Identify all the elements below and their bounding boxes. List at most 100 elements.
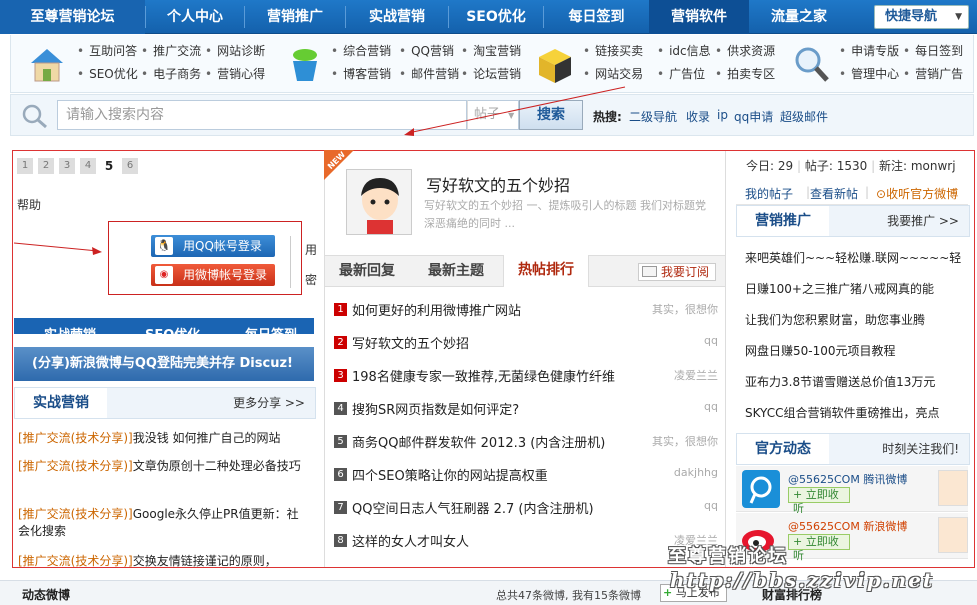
new-posts-link[interactable]: 查看新帖 bbox=[810, 185, 858, 202]
tab-hot-ranking[interactable]: 热帖排行 bbox=[503, 255, 589, 287]
cat-link[interactable]: 博客营销 bbox=[331, 65, 391, 82]
cat-link[interactable]: 推广交流 bbox=[141, 42, 201, 59]
hot-title[interactable]: 四个SEO策略让你的网站提高权重 bbox=[352, 465, 548, 484]
tab-latest-topic[interactable]: 最新主题 bbox=[428, 256, 484, 286]
cat-link[interactable]: SEO优化 bbox=[77, 65, 138, 82]
cat-link[interactable]: 网站交易 bbox=[583, 65, 643, 82]
cat-link[interactable]: 管理中心 bbox=[839, 65, 899, 82]
pager-page[interactable]: 2 bbox=[38, 158, 54, 174]
item-text[interactable]: 交换友情链接谨记的原则， bbox=[133, 554, 277, 567]
item-tag[interactable]: [推广交流(技术分享)] bbox=[18, 507, 133, 521]
hot-author[interactable]: 其实，很想你 bbox=[652, 433, 718, 449]
cat-link[interactable]: 营销心得 bbox=[205, 65, 265, 82]
hot-title[interactable]: 写好软文的五个妙招 bbox=[352, 333, 469, 352]
list-item[interactable]: [推广交流(技术分享)]文章伪原创十二种处理必备技巧 bbox=[18, 458, 308, 475]
nav-item-software[interactable]: 营销软件 bbox=[649, 0, 749, 34]
my-posts-link[interactable]: 我的帖子 bbox=[745, 185, 793, 202]
hot-row[interactable]: 1 如何更好的利用微博推广网站 其实，很想你 bbox=[334, 300, 718, 320]
nav-item-seo[interactable]: SEO优化 bbox=[449, 0, 543, 34]
promo-item[interactable]: 亚布力3.8节谱雪赠送总价值13万元 bbox=[745, 373, 967, 390]
item-text[interactable]: 文章伪原创十二种处理必备技巧 bbox=[133, 459, 301, 473]
cat-link[interactable]: 供求资源 bbox=[715, 42, 775, 59]
help-link[interactable]: 帮助 bbox=[17, 196, 41, 213]
weibo-account[interactable]: @55625COM 腾讯微博 bbox=[788, 471, 907, 487]
cat-link[interactable]: 广告位 bbox=[657, 65, 705, 82]
cat-link[interactable]: 链接买卖 bbox=[583, 42, 643, 59]
cat-link[interactable]: 电子商务 bbox=[141, 65, 201, 82]
more-link[interactable]: 更多分享 >> bbox=[233, 388, 305, 418]
pager-page[interactable]: 3 bbox=[59, 158, 75, 174]
hot-author[interactable]: dakjhhg bbox=[674, 466, 718, 479]
hot-title[interactable]: 搜狗SR网页指数是如何评定? bbox=[352, 399, 519, 418]
cat-link[interactable]: idc信息 bbox=[657, 42, 711, 59]
nav-item-practical[interactable]: 实战营销 bbox=[346, 0, 448, 34]
cat-link[interactable]: 论坛营销 bbox=[461, 65, 521, 82]
follow-button[interactable]: + 立即收听 bbox=[788, 487, 850, 515]
hot-author[interactable]: qq bbox=[704, 334, 718, 347]
strip-item[interactable]: 每日签到 bbox=[245, 324, 297, 334]
cat-link[interactable]: 营销广告 bbox=[903, 65, 963, 82]
follow-official-link[interactable]: ⊙收听官方微博 bbox=[876, 185, 958, 202]
feature-title[interactable]: 写好软文的五个妙招 bbox=[426, 172, 570, 196]
official-more[interactable]: 时刻关注我们! bbox=[882, 434, 959, 464]
list-item[interactable]: [推广交流(技术分享)]Google永久停止PR值更新：社 会化搜索 bbox=[18, 506, 308, 540]
pager-page-active[interactable]: 5 bbox=[101, 158, 117, 174]
cat-link[interactable]: 互助问答 bbox=[77, 42, 137, 59]
item-tag[interactable]: [推广交流(技术分享)] bbox=[18, 431, 133, 445]
hot-row[interactable]: 7 QQ空间日志人气狂刷器 2.7 (内含注册机) qq bbox=[334, 498, 718, 518]
hot-search-link[interactable]: qq申请 bbox=[734, 108, 773, 125]
pager-page[interactable]: 6 bbox=[122, 158, 138, 174]
promo-item[interactable]: SKYCC组合营销软件重磅推出，亮点 bbox=[745, 404, 967, 421]
cat-link[interactable]: 每日签到 bbox=[903, 42, 963, 59]
item-tag[interactable]: [推广交流(技术分享)] bbox=[18, 554, 133, 567]
hot-title[interactable]: 商务QQ邮件群发软件 2012.3 (内含注册机) bbox=[352, 432, 605, 451]
hot-title[interactable]: 198名健康专家一致推荐,无菌绿色健康竹纤维 bbox=[352, 366, 615, 385]
quick-nav-dropdown[interactable]: 快捷导航 ▼ bbox=[874, 5, 969, 29]
feature-avatar[interactable] bbox=[346, 169, 412, 235]
cat-link[interactable]: QQ营销 bbox=[399, 42, 454, 59]
hot-title[interactable]: QQ空间日志人气狂刷器 2.7 (内含注册机) bbox=[352, 498, 594, 517]
hot-row[interactable]: 6 四个SEO策略让你的网站提高权重 dakjhhg bbox=[334, 465, 718, 485]
hot-row[interactable]: 2 写好软文的五个妙招 qq bbox=[334, 333, 718, 353]
hot-search-link[interactable]: ip bbox=[717, 108, 728, 122]
strip-item[interactable]: 实战营销 bbox=[44, 324, 96, 334]
hot-row[interactable]: 5 商务QQ邮件群发软件 2012.3 (内含注册机) 其实，很想你 bbox=[334, 432, 718, 452]
nav-item-home[interactable]: 至尊营销论坛 bbox=[0, 0, 145, 34]
hot-author[interactable]: qq bbox=[704, 400, 718, 413]
hot-author[interactable]: 凌爱兰兰 bbox=[674, 367, 718, 383]
subscribe-button[interactable]: 我要订阅 bbox=[638, 263, 716, 281]
qq-login-button[interactable]: 🐧 用QQ帐号登录 bbox=[151, 235, 275, 257]
hot-row[interactable]: 4 搜狗SR网页指数是如何评定? qq bbox=[334, 399, 718, 419]
item-tag[interactable]: [推广交流(技术分享)] bbox=[18, 459, 133, 473]
stat-new-user[interactable]: monwrj bbox=[911, 159, 956, 173]
cat-link[interactable]: 申请专版 bbox=[839, 42, 899, 59]
pager-page[interactable]: 1 bbox=[17, 158, 33, 174]
follow-button[interactable]: + 立即收听 bbox=[788, 534, 850, 562]
avatar[interactable] bbox=[938, 470, 968, 506]
weibo-account[interactable]: @55625COM 新浪微博 bbox=[788, 518, 907, 534]
pager-page[interactable]: 4 bbox=[80, 158, 96, 174]
nav-item-promotion[interactable]: 营销推广 bbox=[245, 0, 345, 34]
promo-item[interactable]: 来吧英雄们~~~轻松赚.联网~~~~~轻 bbox=[745, 249, 967, 266]
hot-author[interactable]: 其实，很想你 bbox=[652, 301, 718, 317]
nav-item-traffic[interactable]: 流量之家 bbox=[749, 0, 849, 34]
promo-item[interactable]: 日赚100+之三推广猪八戒网真的能 bbox=[745, 280, 967, 297]
cat-link[interactable]: 综合营销 bbox=[331, 42, 391, 59]
list-item[interactable]: [推广交流(技术分享)]交换友情链接谨记的原则， bbox=[18, 553, 308, 567]
hot-search-link[interactable]: 二级导航 bbox=[629, 108, 677, 125]
cat-link[interactable]: 拍卖专区 bbox=[715, 65, 775, 82]
cat-link[interactable]: 淘宝营销 bbox=[461, 42, 521, 59]
hot-title[interactable]: 这样的女人才叫女人 bbox=[352, 531, 469, 550]
promo-item[interactable]: 让我们为您积累财富，助您事业腾 bbox=[745, 311, 967, 328]
promo-item[interactable]: 网盘日赚50-100元项目教程 bbox=[745, 342, 967, 359]
nav-item-profile[interactable]: 个人中心 bbox=[146, 0, 244, 34]
strip-item[interactable]: SEO优化 bbox=[145, 324, 200, 334]
weibo-login-button[interactable]: ◉ 用微博帐号登录 bbox=[151, 264, 275, 286]
list-item[interactable]: [推广交流(技术分享)]我没钱 如何推广自己的网站 bbox=[18, 430, 308, 447]
hot-row[interactable]: 3 198名健康专家一致推荐,无菌绿色健康竹纤维 凌爱兰兰 bbox=[334, 366, 718, 386]
nav-item-checkin[interactable]: 每日签到 bbox=[544, 0, 649, 34]
cat-link[interactable]: 网站诊断 bbox=[205, 42, 265, 59]
tab-latest-reply[interactable]: 最新回复 bbox=[339, 256, 395, 286]
hot-search-link[interactable]: 超级邮件 bbox=[780, 108, 828, 125]
hot-author[interactable]: qq bbox=[704, 499, 718, 512]
